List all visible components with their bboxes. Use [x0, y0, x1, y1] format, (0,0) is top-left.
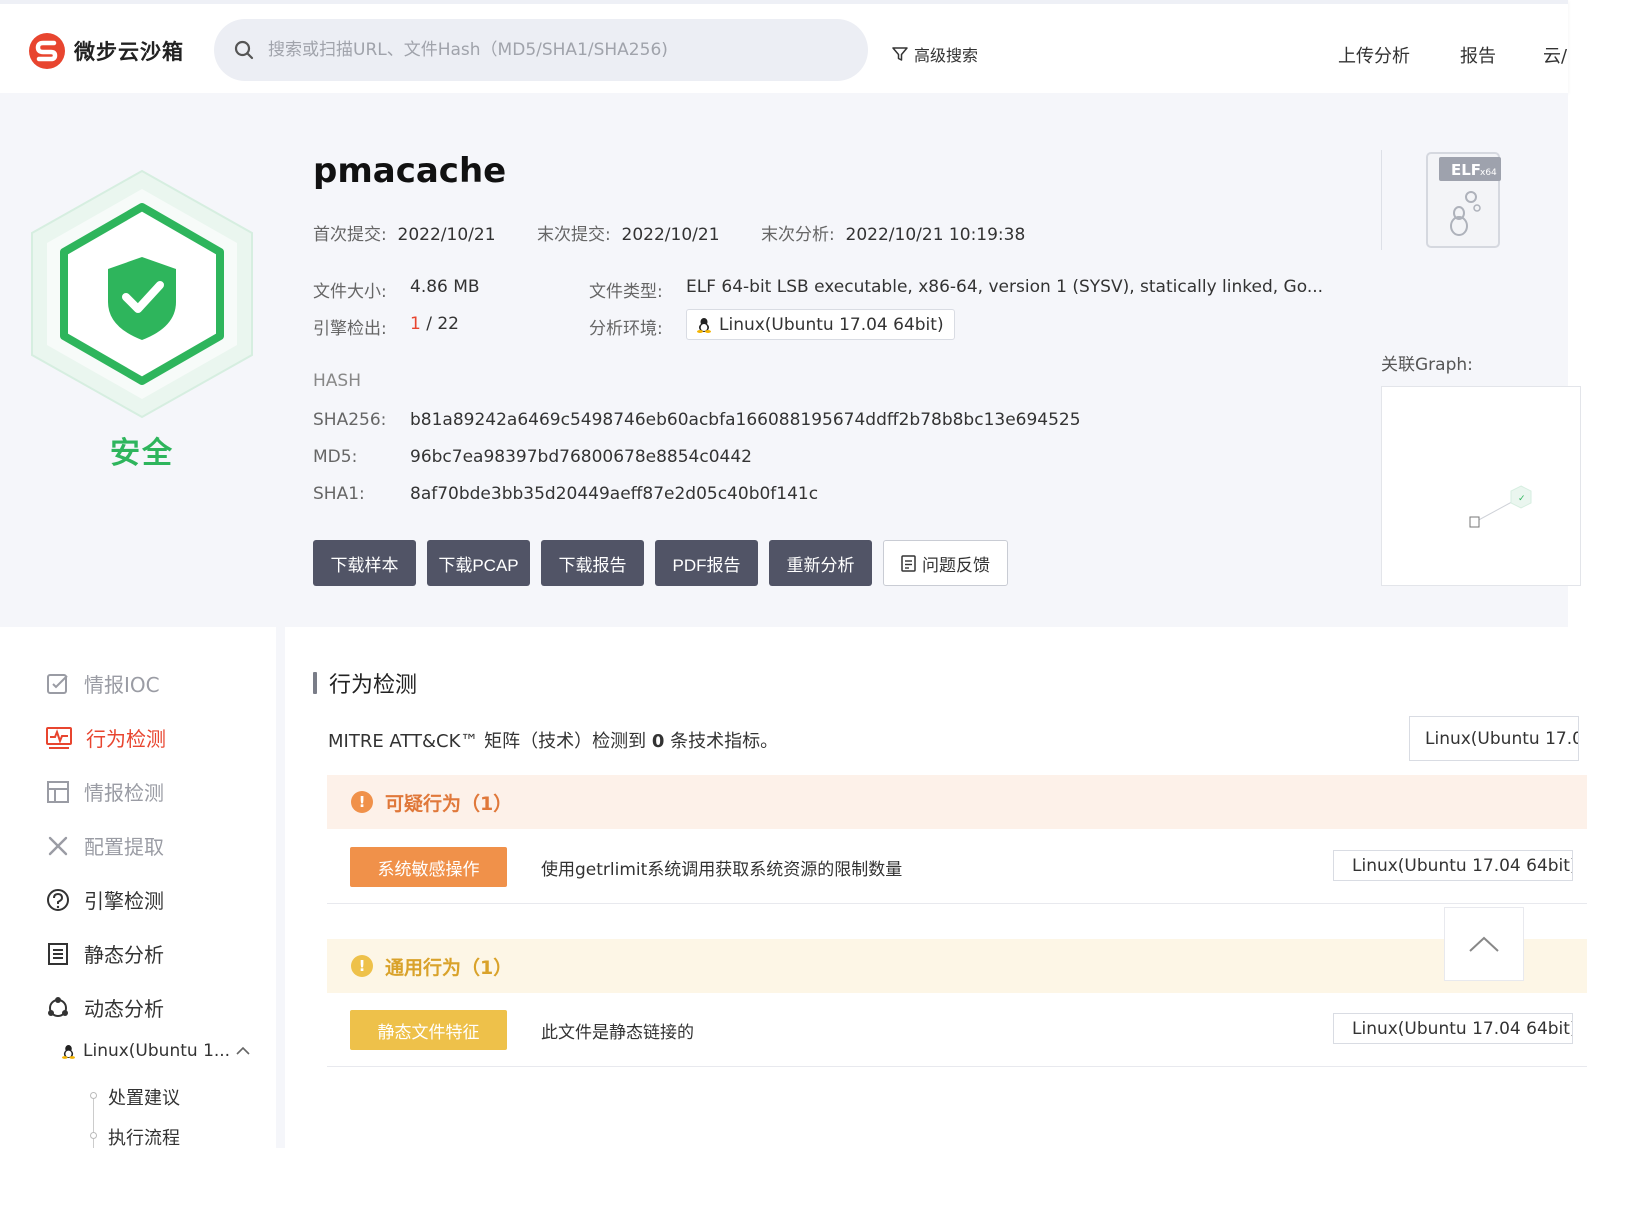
list-icon	[48, 942, 68, 965]
chevron-up-icon[interactable]	[236, 1046, 250, 1056]
engine-hits: 1	[410, 314, 421, 334]
subtree-line	[93, 1095, 94, 1148]
env-select[interactable]: Linux(Ubuntu 17.04 64bit)	[1409, 716, 1579, 761]
behavior-tag: 静态文件特征	[350, 1010, 507, 1050]
file-type: 文件类型: ELF 64-bit LSB executable, x86-64,…	[589, 277, 1324, 302]
gauge-icon	[47, 888, 69, 911]
mitre-count: 0	[651, 731, 665, 752]
sha256-value: b81a89242a6469c5498746eb60acbfa166088195…	[410, 410, 1081, 430]
behavior-row[interactable]: 静态文件特征 此文件是静态链接的 Linux(Ubuntu 17.04 64bi…	[327, 993, 1587, 1067]
feedback-icon	[901, 554, 916, 572]
back-to-top-button[interactable]	[1444, 907, 1524, 981]
main-content: 行为检测 MITRE ATT&CK™ 矩阵（技术）检测到 0 条技术指标。 Li…	[285, 627, 1587, 1148]
behavior-env: Linux(Ubuntu 17.04 64bit)	[1333, 1013, 1573, 1044]
tools-icon	[48, 836, 68, 855]
sha1-value: 8af70bde3bb35d20449aeff87e2d05c40b0f141c	[410, 484, 819, 504]
layout-icon	[47, 780, 69, 803]
logo[interactable]: 微步云沙箱	[28, 32, 184, 70]
behavior-env: Linux(Ubuntu 17.04 64bit)	[1333, 850, 1573, 881]
behavior-description: 使用getrlimit系统调用获取系统资源的限制数量	[541, 860, 903, 880]
behavior-row[interactable]: 系统敏感操作 使用getrlimit系统调用获取系统资源的限制数量 Linux(…	[327, 830, 1587, 904]
analysis-env-label: 分析环境:	[589, 319, 663, 339]
behavior-description: 此文件是静态链接的	[541, 1023, 694, 1043]
subtree-dot	[90, 1132, 97, 1139]
advanced-search-button[interactable]: 高级搜索	[892, 42, 978, 66]
top-header: 微步云沙箱 高级搜索 上传分析 报告 云/	[0, 0, 1568, 93]
hash-title: HASH	[313, 371, 361, 391]
pdf-report-button[interactable]: PDF报告	[655, 540, 758, 586]
nav-cloud[interactable]: 云/	[1543, 42, 1567, 68]
graph-canvas: ✓	[1469, 485, 1532, 528]
sidebar-item-dynamic-analysis[interactable]: 动态分析	[46, 993, 164, 1022]
download-sample-button[interactable]: 下载样本	[313, 540, 416, 586]
sidebar-item-intel-detect[interactable]: 情报检测	[46, 777, 164, 806]
engine-total: / 22	[426, 314, 459, 334]
monitor-pulse-icon	[46, 726, 72, 749]
sidebar-item-intel-ioc[interactable]: 情报IOC	[46, 669, 160, 698]
chevron-up-icon	[1469, 936, 1499, 952]
nav-reports[interactable]: 报告	[1460, 42, 1496, 68]
linux-icon	[62, 1044, 75, 1059]
panel-divider	[1381, 150, 1382, 250]
edit-check-icon	[47, 673, 68, 694]
sidebar-subitem-execution[interactable]: 执行流程	[108, 1124, 180, 1150]
filter-icon	[892, 47, 908, 61]
feedback-button[interactable]: 问题反馈	[883, 540, 1008, 586]
reanalyze-button[interactable]: 重新分析	[769, 540, 872, 586]
section-title: 行为检测	[313, 667, 417, 699]
first-submit: 首次提交: 2022/10/21	[313, 225, 496, 245]
graph-label: 关联Graph:	[1381, 355, 1473, 375]
linux-icon	[697, 317, 711, 333]
search-icon	[234, 40, 254, 60]
file-info-panel: 安全 pmacache 首次提交: 2022/10/21 末次提交: 2022/…	[0, 93, 1581, 627]
search-input[interactable]	[268, 40, 828, 60]
md5-value: 96bc7ea98397bd76800678e8854c0442	[410, 447, 752, 467]
last-analysis: 末次分析: 2022/10/21 10:19:38	[761, 225, 1026, 245]
advanced-search-label: 高级搜索	[914, 46, 979, 65]
association-graph[interactable]: ✓	[1381, 386, 1581, 586]
search-bar[interactable]	[214, 19, 868, 81]
elf-badge-text: ELF	[1451, 161, 1481, 179]
sidebar-item-config-extract[interactable]: 配置提取	[46, 831, 164, 860]
file-name: pmacache	[313, 151, 507, 191]
analysis-env-badge: Linux(Ubuntu 17.04 64bit)	[686, 309, 955, 340]
sidebar-env-item[interactable]: Linux(Ubuntu 1...	[62, 1041, 230, 1061]
sidebar-item-static-analysis[interactable]: 静态分析	[46, 939, 164, 968]
warning-icon: !	[351, 791, 373, 813]
nav-upload-analysis[interactable]: 上传分析	[1338, 42, 1410, 68]
sidebar-item-behavior[interactable]: 行为检测	[46, 723, 166, 752]
mitre-summary: MITRE ATT&CK™ 矩阵（技术）检测到 0 条技术指标。	[328, 731, 779, 752]
sha256-row: SHA256: b81a89242a6469c5498746eb60acbfa1…	[313, 410, 1081, 430]
sidebar: 情报IOC 行为检测 情报检测 配置提取 引擎检测 静态分析 动态分析 Linu…	[0, 627, 276, 1150]
download-report-button[interactable]: 下载报告	[541, 540, 644, 586]
group-header-general: ! 通用行为（1）	[327, 939, 1587, 993]
network-icon	[48, 996, 68, 1017]
safe-shield-icon	[31, 169, 253, 419]
logo-icon	[29, 33, 65, 69]
sha1-row: SHA1: 8af70bde3bb35d20449aeff87e2d05c40b…	[313, 484, 819, 504]
logo-text: 微步云沙箱	[74, 40, 184, 64]
elf-file-icon: ELF x64	[1426, 152, 1501, 248]
sidebar-subitem-disposal[interactable]: 处置建议	[108, 1084, 180, 1110]
column-gap	[276, 627, 285, 1148]
subtree-dot	[90, 1092, 97, 1099]
section-title-bar	[313, 672, 317, 694]
last-submit: 末次提交: 2022/10/21	[537, 225, 720, 245]
download-pcap-button[interactable]: 下载PCAP	[427, 540, 530, 586]
file-size: 文件大小: 4.86 MB	[313, 277, 480, 302]
warning-icon: !	[351, 955, 373, 977]
behavior-tag: 系统敏感操作	[350, 847, 507, 887]
group-header-suspicious: ! 可疑行为（1）	[327, 775, 1587, 829]
md5-row: MD5: 96bc7ea98397bd76800678e8854c0442	[313, 447, 752, 467]
svg-text:✓: ✓	[1518, 494, 1526, 504]
elf-arch-text: x64	[1480, 168, 1497, 178]
verdict-label: 安全	[110, 436, 174, 471]
sidebar-item-engine-detect[interactable]: 引擎检测	[46, 885, 164, 914]
engine-detection: 引擎检出: 1 / 22	[313, 314, 459, 339]
